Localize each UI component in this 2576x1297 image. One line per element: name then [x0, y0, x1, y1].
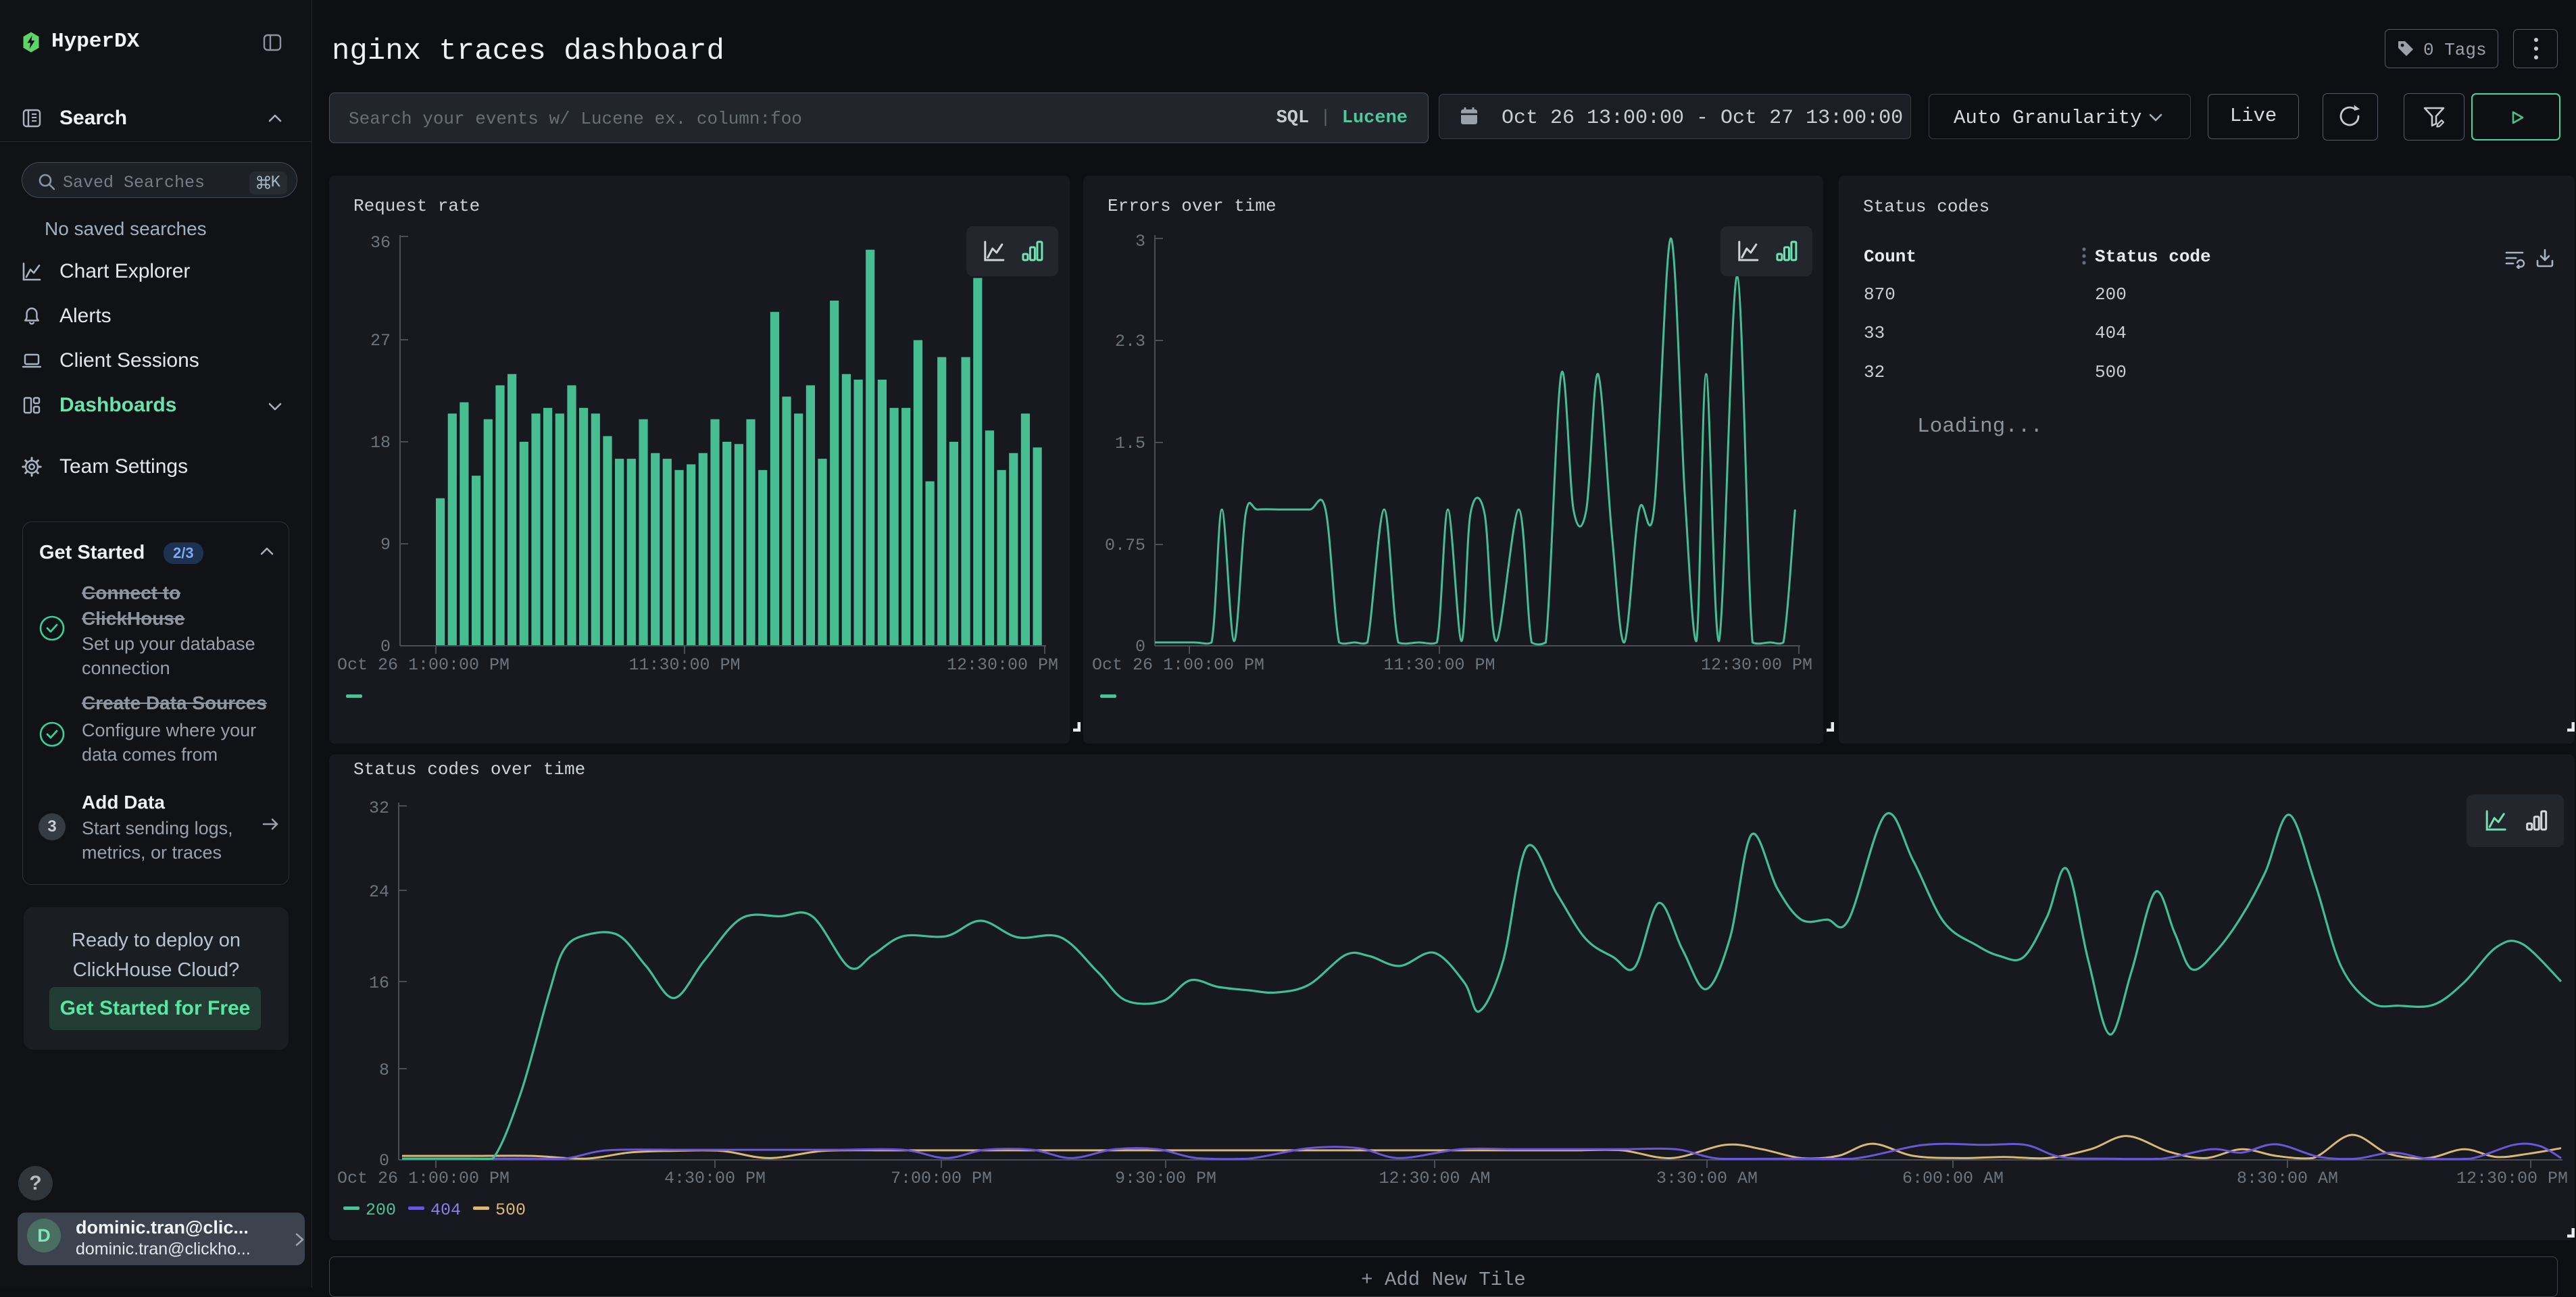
svg-text:27: 27 — [370, 331, 391, 351]
svg-text:32: 32 — [369, 798, 389, 818]
svg-text:9:30:00 PM: 9:30:00 PM — [1115, 1169, 1216, 1188]
svg-text:16: 16 — [369, 973, 389, 993]
svg-text:0: 0 — [1135, 637, 1145, 657]
svg-text:0.75: 0.75 — [1105, 536, 1145, 555]
svg-text:1.5: 1.5 — [1115, 434, 1145, 453]
svg-text:9: 9 — [380, 535, 391, 555]
svg-text:12:30:00 PM: 12:30:00 PM — [947, 655, 1058, 675]
svg-text:Oct 26 1:00:00 PM: Oct 26 1:00:00 PM — [337, 655, 510, 675]
svg-text:2.3: 2.3 — [1115, 332, 1145, 351]
svg-text:24: 24 — [369, 882, 389, 902]
svg-text:11:30:00 PM: 11:30:00 PM — [628, 655, 740, 675]
svg-text:3: 3 — [1135, 232, 1145, 251]
svg-text:Errors over time: Errors over time — [1108, 196, 1277, 216]
svg-text:18: 18 — [370, 433, 391, 453]
svg-text:0: 0 — [380, 637, 391, 657]
svg-text:Oct 26 1:00:00 PM: Oct 26 1:00:00 PM — [337, 1169, 510, 1188]
svg-text:200: 200 — [366, 1200, 396, 1220]
svg-text:8: 8 — [379, 1061, 389, 1080]
svg-text:6:00:00 AM: 6:00:00 AM — [1902, 1169, 2004, 1188]
svg-text:500: 500 — [495, 1200, 526, 1220]
svg-text:12:30:00 PM: 12:30:00 PM — [2456, 1169, 2568, 1188]
svg-text:7:00:00 PM: 7:00:00 PM — [891, 1169, 992, 1188]
svg-text:12:30:00 AM: 12:30:00 AM — [1379, 1169, 1490, 1188]
svg-text:11:30:00 PM: 11:30:00 PM — [1383, 655, 1495, 675]
svg-text:0: 0 — [379, 1151, 389, 1171]
svg-text:36: 36 — [370, 233, 391, 253]
svg-text:Request rate: Request rate — [353, 196, 480, 216]
svg-text:Oct 26 1:00:00 PM: Oct 26 1:00:00 PM — [1092, 655, 1264, 675]
svg-text:3:30:00 AM: 3:30:00 AM — [1656, 1169, 1758, 1188]
svg-text:12:30:00 PM: 12:30:00 PM — [1701, 655, 1812, 675]
svg-text:8:30:00 AM: 8:30:00 AM — [2237, 1169, 2338, 1188]
svg-text:Status codes over time: Status codes over time — [353, 759, 585, 780]
svg-text:4:30:00 PM: 4:30:00 PM — [664, 1169, 766, 1188]
svg-text:404: 404 — [430, 1200, 461, 1220]
